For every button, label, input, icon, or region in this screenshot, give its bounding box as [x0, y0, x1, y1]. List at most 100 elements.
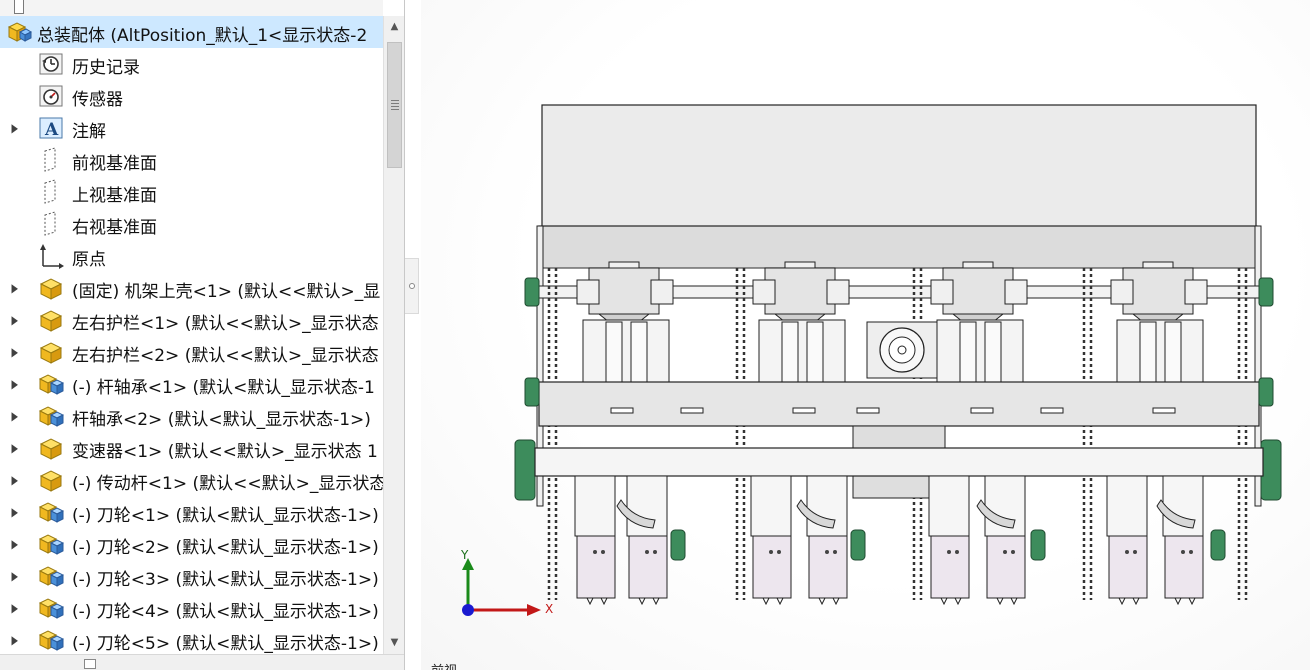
tree-item-2[interactable]: ▶ A 注解	[0, 112, 383, 144]
scroll-up-arrow-icon[interactable]: ▲	[384, 16, 404, 38]
tree-item-label: 上视基准面	[72, 186, 157, 206]
tree-item-label: 变速器<1> (默认<<默认>_显示状态 1	[72, 442, 378, 462]
tree-item-7[interactable]: ▶ (固定) 机架上壳<1> (默认<<默认>_显	[0, 272, 383, 304]
expand-arrow-icon[interactable]: ▶	[12, 473, 19, 487]
tree-item-12[interactable]: ▶ 变速器<1> (默认<<默认>_显示状态 1	[0, 432, 383, 464]
opener-shank	[574, 475, 616, 537]
tree-root-assembly[interactable]: 总装配体 (AltPosition_默认_1<显示状态-2	[0, 16, 383, 48]
tree-bottom-strip	[0, 654, 404, 670]
expand-arrow-icon[interactable]: ▶	[12, 313, 19, 327]
side-gear-cover	[514, 439, 536, 501]
seed-tube	[630, 321, 648, 383]
seed-tube	[605, 321, 623, 383]
tree-item-4[interactable]: 上视基准面	[0, 176, 383, 208]
tree-item-label: 右视基准面	[72, 218, 157, 238]
tree-item-18[interactable]: ▶ (-) 刀轮<5> (默认<默认_显示状态-1>)	[0, 624, 383, 656]
sprocket-hub	[1210, 529, 1226, 561]
tree-item-label: 总装配体 (AltPosition_默认_1<显示状态-2	[37, 26, 368, 46]
tree-item-9[interactable]: ▶ 左右护栏<2> (默认<<默认>_显示状态	[0, 336, 383, 368]
boot-bolt	[955, 550, 959, 554]
seed-tube	[1139, 321, 1157, 383]
plane-icon	[38, 211, 64, 237]
display-pane-icon[interactable]	[84, 659, 96, 669]
tree-item-17[interactable]: ▶ (-) 刀轮<4> (默认<默认_显示状态-1>)	[0, 592, 383, 624]
triad-y-label: Y	[461, 548, 469, 562]
history-icon	[38, 51, 64, 77]
tree-scrollbar[interactable]: ▲ ▼	[383, 16, 404, 654]
frame-slot	[680, 407, 704, 414]
expand-arrow-icon[interactable]: ▶	[12, 505, 19, 519]
boot-bolt	[833, 550, 837, 554]
scroll-grip-icon	[391, 100, 399, 110]
scroll-down-arrow-icon[interactable]: ▼	[384, 632, 404, 654]
bearing-block	[1004, 279, 1028, 305]
boot-bolt	[645, 550, 649, 554]
tree-item-13[interactable]: ▶ (-) 传动杆<1> (默认<<默认>_显示状态	[0, 464, 383, 496]
expand-arrow-icon[interactable]: ▶	[12, 569, 19, 583]
subassembly-icon	[38, 595, 65, 621]
opener-tip	[940, 597, 962, 606]
bearing-block	[752, 279, 776, 305]
seed-tube-housing	[1116, 319, 1204, 383]
expand-arrow-icon[interactable]: ▶	[12, 281, 19, 295]
view-tab-label[interactable]: 前视	[431, 660, 457, 670]
gearbox-center	[897, 345, 907, 355]
bearing-block	[1110, 279, 1134, 305]
tree-item-5[interactable]: 右视基准面	[0, 208, 383, 240]
opener-shank	[928, 475, 970, 537]
expand-arrow-icon[interactable]: ▶	[12, 121, 19, 135]
tree-item-0[interactable]: 历史记录	[0, 48, 383, 80]
opener-boot	[628, 535, 668, 599]
bearing-block	[930, 279, 954, 305]
tree-item-8[interactable]: ▶ 左右护栏<1> (默认<<默认>_显示状态	[0, 304, 383, 336]
opener-boot	[1164, 535, 1204, 599]
subassembly-icon	[38, 563, 65, 589]
tree-item-16[interactable]: ▶ (-) 刀轮<3> (默认<默认_显示状态-1>)	[0, 560, 383, 592]
bearing-block	[1184, 279, 1208, 305]
expand-arrow-icon[interactable]: ▶	[12, 633, 19, 647]
filter-icon[interactable]	[14, 0, 24, 14]
tree-item-11[interactable]: ▶ 杆轴承<2> (默认<默认_显示状态-1>)	[0, 400, 383, 432]
expand-arrow-icon[interactable]: ▶	[12, 345, 19, 359]
boot-bolt	[1003, 550, 1007, 554]
expand-arrow-icon[interactable]: ▶	[12, 601, 19, 615]
tree-item-15[interactable]: ▶ (-) 刀轮<2> (默认<默认_显示状态-1>)	[0, 528, 383, 560]
panel-splitter[interactable]	[405, 0, 421, 670]
expand-arrow-icon[interactable]: ▶	[12, 377, 19, 391]
tree-item-3[interactable]: 前视基准面	[0, 144, 383, 176]
expand-arrow-icon[interactable]: ▶	[12, 537, 19, 551]
opener-tip	[818, 597, 840, 606]
seed-tube	[984, 321, 1002, 383]
opener-tip	[762, 597, 784, 606]
plane-icon	[38, 147, 64, 173]
annotation-icon: A	[38, 115, 64, 141]
sprocket-hub	[670, 529, 686, 561]
hopper-box	[541, 104, 1257, 228]
bearing-block	[576, 279, 600, 305]
sprocket-hub	[850, 529, 866, 561]
boot-bolt	[1189, 550, 1193, 554]
tree-item-label: (-) 刀轮<1> (默认<默认_显示状态-1>)	[72, 506, 379, 526]
subassembly-icon	[38, 499, 65, 525]
scroll-thumb[interactable]	[387, 42, 402, 168]
expand-arrow-icon[interactable]: ▶	[12, 441, 19, 455]
tree-item-10[interactable]: ▶ (-) 杆轴承<1> (默认<默认_显示状态-1	[0, 368, 383, 400]
tree-item-label: 历史记录	[72, 58, 140, 78]
opener-tip	[586, 597, 608, 606]
tree-item-label: 原点	[72, 250, 106, 270]
svg-text:A: A	[44, 120, 59, 140]
tree-item-label: (-) 刀轮<2> (默认<默认_显示状态-1>)	[72, 538, 379, 558]
graphics-viewport[interactable]: Y X 前视	[421, 0, 1310, 670]
tree-item-label: (-) 刀轮<3> (默认<默认_显示状态-1>)	[72, 570, 379, 590]
tree-item-6[interactable]: 原点	[0, 240, 383, 272]
opener-boot	[752, 535, 792, 599]
tree-item-label: (-) 刀轮<4> (默认<默认_显示状态-1>)	[72, 602, 379, 622]
tree-item-label: (-) 刀轮<5> (默认<默认_显示状态-1>)	[72, 634, 379, 654]
subassembly-icon	[38, 403, 65, 429]
opener-boot	[1108, 535, 1148, 599]
tree-item-14[interactable]: ▶ (-) 刀轮<1> (默认<默认_显示状态-1>)	[0, 496, 383, 528]
expand-arrow-icon[interactable]: ▶	[12, 409, 19, 423]
triad-x-label: X	[545, 602, 554, 616]
tree-item-1[interactable]: 传感器	[0, 80, 383, 112]
tree-item-label: 杆轴承<2> (默认<默认_显示状态-1>)	[72, 410, 371, 430]
